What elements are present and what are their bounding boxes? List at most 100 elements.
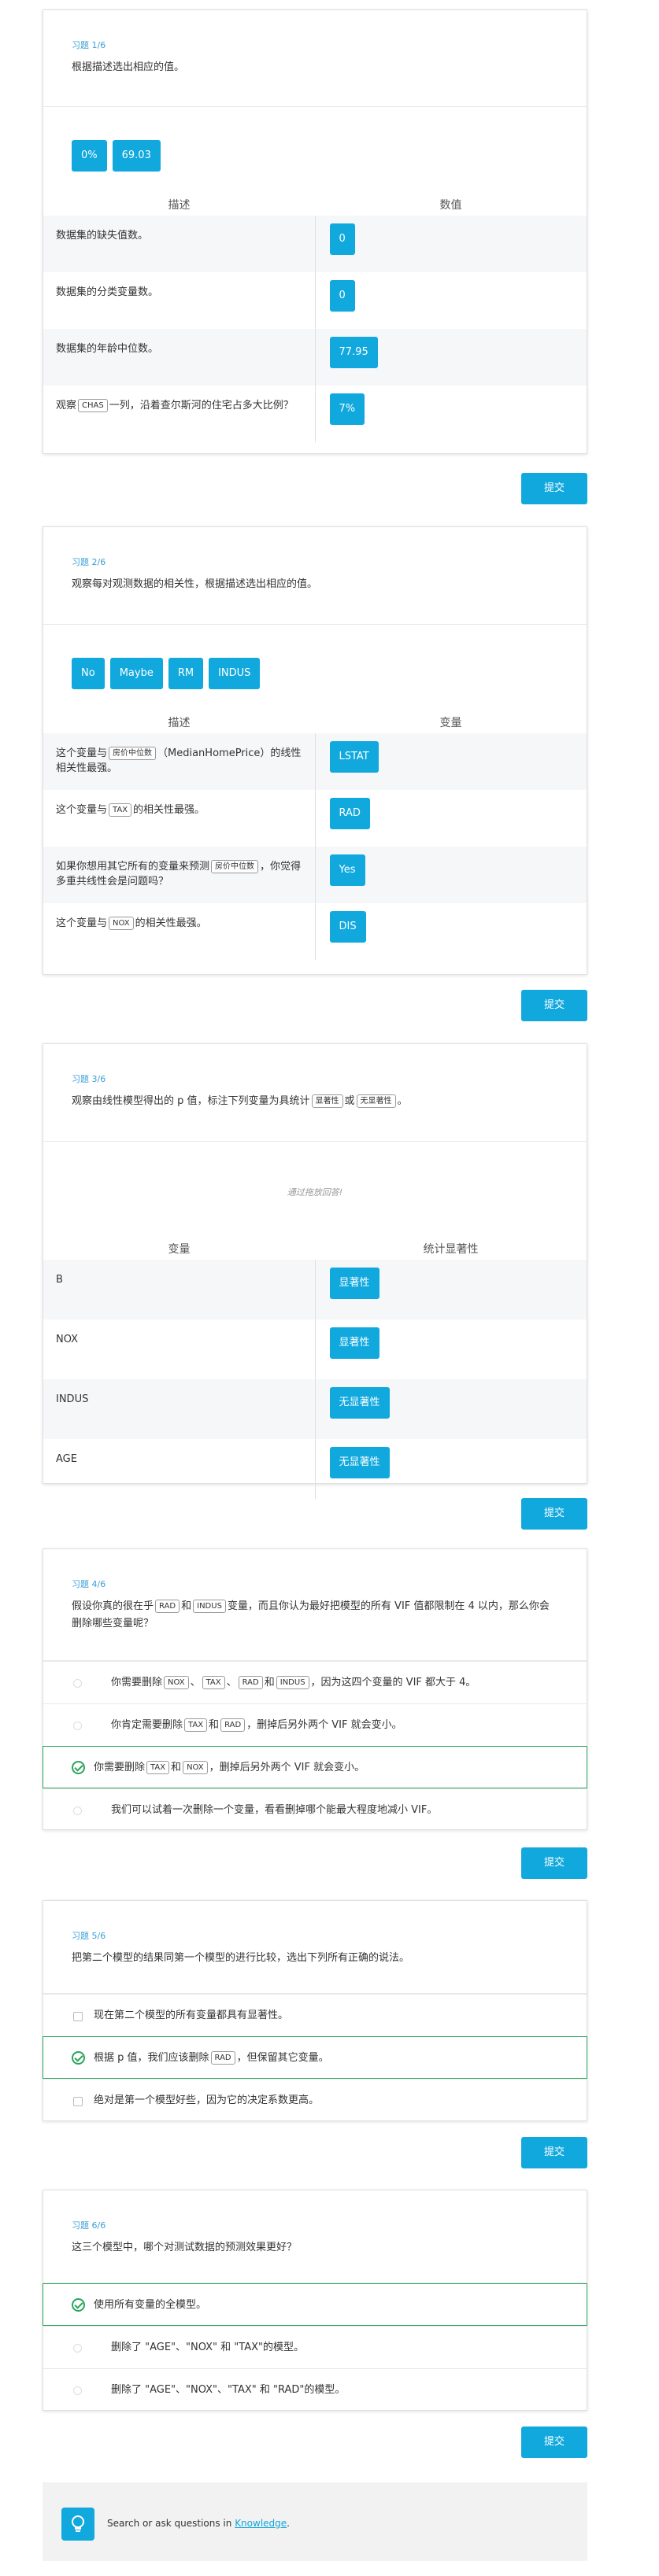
answer-option-selected[interactable]: 使用所有变量的全模型。 [43,2283,587,2326]
code-chip: CHAS [78,399,108,412]
radio-button[interactable] [73,1722,82,1730]
option-text: 你需要删除 NOX、 TAX、 RAD 和 INDUS ，因为这四个变量的 VIF 都大于 … [111,1676,476,1689]
question-number: 习题 2/6 [72,557,106,567]
draggable-answer[interactable]: Maybe [109,658,163,689]
quiz-card-4: 习题 4/6 假设你真的很在乎 RAD 和 INDUS 变量，而且你认为最好把模型的所有… [43,1548,587,1830]
draggable-answer[interactable]: INDUS [209,658,261,689]
row-variable: B [43,1260,316,1319]
table-row: NOX 显著性 [43,1319,587,1379]
table-row: 这个变量与 房价中位数 （MedianHomePrice）的线性相关性最强。 LST… [43,733,587,790]
question-header: 习题 2/6 观察每对观测数据的相关性，根据描述选出相应的值。 [43,527,587,625]
column-header: 变量 [168,1243,191,1256]
check-circle-icon [72,2051,85,2065]
code-chip: TAX [184,1718,208,1732]
radio-button[interactable] [73,1807,82,1815]
question-header: 习题 5/6 把第二个模型的结果同第一个模型的进行比较，选出下列所有正确的说法。 [43,1901,587,1994]
drop-answer[interactable]: Yes [329,854,365,886]
code-chip: TAX [146,1761,170,1774]
option-text: 你需要删除 TAX 和 NOX ，删掉后另外两个 VIF 就会变小。 [94,1761,365,1774]
row-variable: INDUS [43,1379,316,1439]
checkbox[interactable] [73,2012,83,2021]
drop-answer[interactable]: 7% [329,393,365,425]
answer-option-selected[interactable]: 你需要删除 TAX 和 NOX ，删掉后另外两个 VIF 就会变小。 [43,1746,587,1788]
question-number: 习题 1/6 [72,40,106,50]
question-number: 习题 6/6 [72,2220,106,2231]
column-header: 变量 [439,717,462,729]
code-chip: RAD [238,1676,263,1689]
drop-answer[interactable]: 0 [329,280,355,312]
radio-button[interactable] [73,2386,82,2395]
drop-answer[interactable]: 无显著性 [329,1447,390,1478]
option-text: 你肯定需要删除 TAX 和 RAD ，删掉后另外两个 VIF 就会变小。 [111,1718,402,1732]
answer-option[interactable]: 绝对是第一个模型好些，因为它的决定系数更高。 [43,2079,587,2121]
drop-answer[interactable]: DIS [329,911,366,943]
option-text: 我们可以试着一次删除一个变量，看看删掉哪个能最大程度地减小 VIF。 [111,1804,438,1816]
drop-answer[interactable]: 77.95 [329,337,378,368]
submit-button[interactable]: 提交 [521,1847,587,1879]
question-text: 这三个模型中，哪个对测试数据的预测效果更好？ [72,2242,298,2253]
code-chip: NOX [109,917,134,930]
question-number: 习题 4/6 [72,1579,106,1589]
drag-hint: 通过拖放回答! [287,1187,343,1198]
quiz-card-2: 习题 2/6 观察每对观测数据的相关性，根据描述选出相应的值。 No Maybe R… [43,526,587,975]
drop-answer[interactable]: LSTAT [329,741,379,773]
table-row: 观察 CHAS 一列，沿着查尔斯河的住宅占多大比例？ 7% [43,386,587,442]
drop-answer[interactable]: 0 [329,223,355,255]
row-description: 数据集的分类变量数。 [43,272,316,329]
table-row: 如果你想用其它所有的变量来预测 房价中位数 ，你觉得多重共线性会是问题吗？ Yes [43,847,587,903]
answer-option[interactable]: 你肯定需要删除 TAX 和 RAD ，删掉后另外两个 VIF 就会变小。 [43,1703,587,1746]
draggable-answer[interactable]: 0% [72,140,107,172]
draggable-answer[interactable]: RM [168,658,204,689]
submit-button[interactable]: 提交 [521,2427,587,2458]
column-header: 数值 [439,199,462,212]
draggable-answer[interactable]: No [72,658,105,689]
option-text: 删除了 "AGE"、"NOX" 和 "TAX"的模型。 [111,2342,304,2353]
option-text: 使用所有变量的全模型。 [94,2299,207,2311]
code-chip: TAX [109,803,132,817]
code-chip: TAX [202,1676,225,1689]
knowledge-link[interactable]: Knowledge [235,2518,287,2529]
answer-option[interactable]: 删除了 "AGE"、"NOX" 和 "TAX"的模型。 [43,2326,587,2368]
question-text: 假设你真的很在乎 RAD 和 INDUS 变量，而且你认为最好把模型的所有 VIF 值都… [72,1600,550,1629]
submit-button[interactable]: 提交 [521,473,587,504]
code-chip: 房价中位数 [109,747,157,760]
submit-button[interactable]: 提交 [521,1498,587,1530]
table-row: 数据集的分类变量数。 0 [43,272,587,329]
submit-button[interactable]: 提交 [521,990,587,1021]
question-text: 把第二个模型的结果同第一个模型的进行比较，选出下列所有正确的说法。 [72,1952,410,1964]
column-header: 描述 [168,199,191,212]
column-header: 描述 [168,717,191,729]
answer-option[interactable]: 删除了 "AGE"、"NOX"、"TAX" 和 "RAD"的模型。 [43,2368,587,2411]
code-chip: INDUS [193,1600,226,1613]
drop-answer[interactable]: RAD [329,798,370,829]
option-text: 现在第二个模型的所有变量都具有显著性。 [94,2010,289,2021]
radio-button[interactable] [73,2344,82,2353]
answer-option[interactable]: 现在第二个模型的所有变量都具有显著性。 [43,1994,587,2036]
draggable-answer[interactable]: 69.03 [112,140,161,172]
drop-answer[interactable]: 显著性 [329,1268,379,1299]
row-description: 如果你想用其它所有的变量来预测 房价中位数 ，你觉得多重共线性会是问题吗？ [43,847,316,903]
answer-option[interactable]: 我们可以试着一次删除一个变量，看看删掉哪个能最大程度地减小 VIF。 [43,1788,587,1831]
row-description: 这个变量与 TAX 的相关性最强。 [43,790,316,847]
quiz-card-1: 习题 1/6 根据描述选出相应的值。 0% 69.03 描述 数值 数据集的缺失值数… [43,9,587,454]
option-text: 根据 p 值，我们应该删除 RAD ，但保留其它变量。 [94,2051,329,2065]
column-header: 统计显著性 [423,1243,479,1256]
checkbox[interactable] [73,2097,83,2106]
code-chip: NOX [164,1676,189,1689]
answer-option[interactable]: 你需要删除 NOX、 TAX、 RAD 和 INDUS ，因为这四个变量的 VIF 都大于 … [43,1661,587,1703]
matching-table: 变量 统计显著性 B 显著性 NOX 显著性 INDUS 无显著性 AGE 无显著… [43,1238,587,1499]
code-chip: NOX [183,1761,208,1774]
table-row: 这个变量与 NOX 的相关性最强。 DIS [43,903,587,960]
question-text: 根据描述选出相应的值。 [72,61,185,73]
drop-answer[interactable]: 显著性 [329,1327,379,1359]
table-row: 数据集的年龄中位数。 77.95 [43,329,587,386]
table-row: INDUS 无显著性 [43,1379,587,1439]
submit-button[interactable]: 提交 [521,2137,587,2168]
row-description: 数据集的缺失值数。 [43,216,316,272]
question-text: 观察每对观测数据的相关性，根据描述选出相应的值。 [72,578,318,590]
option-text: 删除了 "AGE"、"NOX"、"TAX" 和 "RAD"的模型。 [111,2384,346,2396]
code-chip: 房价中位数 [211,860,259,873]
answer-option-selected[interactable]: 根据 p 值，我们应该删除 RAD ，但保留其它变量。 [43,2036,587,2079]
radio-button[interactable] [73,1679,82,1688]
drop-answer[interactable]: 无显著性 [329,1387,390,1419]
